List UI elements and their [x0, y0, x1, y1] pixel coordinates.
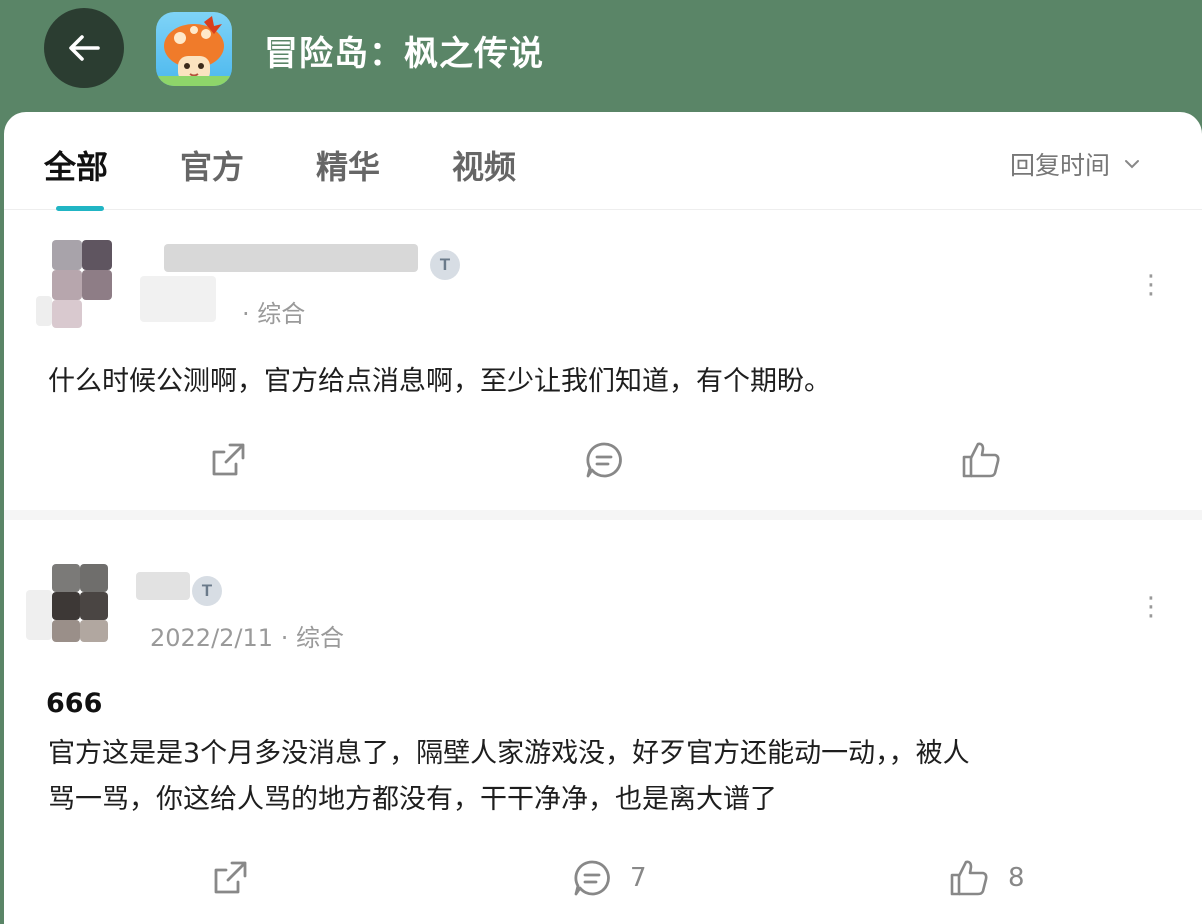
comment-count: 7	[630, 863, 647, 893]
username[interactable]	[164, 244, 418, 272]
post-meta: 2022/2/11 · 综合	[150, 624, 344, 652]
comment-button[interactable]: 7	[572, 858, 647, 898]
username[interactable]	[136, 572, 190, 600]
tab-all[interactable]: 全部	[44, 142, 108, 188]
comment-button[interactable]	[584, 440, 642, 480]
chevron-down-icon	[1125, 160, 1140, 169]
tab-featured[interactable]: 精华	[316, 142, 380, 188]
avatar[interactable]	[26, 550, 116, 642]
maplestory-app-icon	[156, 16, 232, 86]
tab-video[interactable]: 视频	[452, 142, 516, 188]
app-icon[interactable]	[156, 12, 232, 86]
like-button[interactable]	[960, 440, 1020, 480]
share-icon	[212, 443, 245, 476]
like-button[interactable]: 8	[948, 858, 1025, 898]
comment-icon	[574, 860, 610, 896]
tab-official[interactable]: 官方	[180, 142, 244, 188]
thumbs-up-icon	[950, 860, 988, 896]
app-title: 冒险岛：枫之传说	[264, 34, 544, 74]
more-options-icon[interactable]: ⋮	[1138, 594, 1164, 620]
username-blur-overflow	[140, 276, 216, 322]
share-icon	[214, 861, 247, 894]
forum-sheet: 全部 官方 精华 视频 回复时间 T · 综合 ⋮ 什么时候公测啊，官方给点消息…	[4, 112, 1202, 924]
post-body: 什么时候公测啊，官方给点消息啊，至少让我们知道，有个期盼。	[48, 366, 831, 397]
post-body-line-2: 骂一骂，你这给人骂的地方都没有，干干净净，也是离大谱了	[48, 784, 777, 815]
post-card[interactable]: T · 综合 ⋮ 什么时候公测啊，官方给点消息啊，至少让我们知道，有个期盼。	[4, 210, 1202, 520]
post-body-line-1: 官方这是是3个月多没消息了，隔壁人家游戏没，好歹官方还能动一动，，被人	[48, 738, 970, 769]
like-count: 8	[1008, 863, 1025, 893]
post-meta: · 综合	[242, 300, 306, 328]
more-options-icon[interactable]: ⋮	[1138, 272, 1164, 298]
user-tag-icon: T	[192, 576, 222, 606]
thumbs-up-icon	[962, 442, 1000, 478]
arrow-left-icon	[69, 35, 100, 61]
post-title: 666	[46, 688, 103, 719]
back-button[interactable]	[44, 8, 124, 88]
post-card[interactable]: T 2022/2/11 · 综合 ⋮ 666 官方这是是3个月多没消息了，隔壁人…	[4, 520, 1202, 924]
share-button[interactable]	[208, 440, 248, 480]
avatar[interactable]	[36, 240, 126, 330]
user-tag-icon: T	[430, 250, 460, 280]
sort-label: 回复时间	[1010, 151, 1111, 180]
share-button[interactable]	[210, 858, 250, 898]
sort-dropdown[interactable]: 回复时间	[1010, 146, 1140, 182]
top-bar: 冒险岛：枫之传说	[0, 0, 1202, 120]
tab-bar: 全部 官方 精华 视频 回复时间	[4, 112, 1202, 211]
comment-icon	[586, 442, 622, 478]
